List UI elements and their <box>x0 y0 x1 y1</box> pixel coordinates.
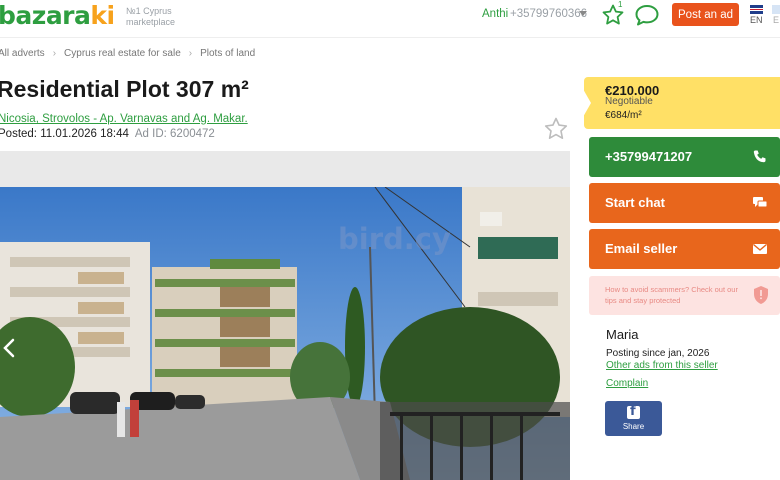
email-seller-button[interactable]: Email seller <box>589 229 780 269</box>
seller-name[interactable]: Maria <box>606 327 639 342</box>
photo-top-bar <box>0 151 570 187</box>
site-logo[interactable]: bazaraki <box>0 1 115 30</box>
shield-icon <box>754 286 768 304</box>
posted-date: Posted: 11.01.2026 18:44 <box>0 128 129 140</box>
price-per-m2: €684/m² <box>605 110 642 121</box>
ad-id: Ad ID: 6200472 <box>134 128 215 140</box>
breadcrumb-item[interactable]: Cyprus real estate for sale <box>64 48 181 59</box>
email-seller-label: Email seller <box>605 241 678 256</box>
show-phone-button[interactable]: +35799471207 <box>589 137 780 177</box>
user-phone[interactable]: +35799760366 <box>510 8 587 20</box>
seller-since: Posting since jan, 2026 <box>606 348 710 359</box>
complain-link[interactable]: Complain <box>606 378 648 389</box>
user-name[interactable]: Anthi <box>482 8 508 20</box>
site-tagline: №1 Cyprus marketplace <box>126 6 176 27</box>
site-header <box>0 0 780 38</box>
favorite-star-icon[interactable] <box>543 116 569 142</box>
chevron-right-icon: › <box>52 48 57 59</box>
post-ad-button[interactable]: Post an ad <box>672 3 739 26</box>
uk-flag-icon[interactable] <box>750 5 763 14</box>
scam-warning[interactable]: How to avoid scammers? Check out our tip… <box>589 276 780 315</box>
start-chat-button[interactable]: Start chat <box>589 183 780 223</box>
share-label: Share <box>622 422 645 431</box>
envelope-icon <box>753 243 767 254</box>
page-title: Residential Plot 307 m² <box>0 76 249 102</box>
listing-photo[interactable] <box>0 187 570 480</box>
chevron-right-icon: › <box>188 48 193 59</box>
language-selector-alt[interactable]: E <box>773 15 779 25</box>
negotiable-label: Negotiable <box>605 96 653 107</box>
facebook-icon <box>627 404 640 419</box>
messages-icon[interactable] <box>634 3 660 27</box>
photo-watermark: bird.cy <box>338 222 451 256</box>
listing-address[interactable]: Nicosia, Strovolos - Ap. Varnavas and Ag… <box>0 113 248 125</box>
greek-flag-icon[interactable] <box>772 5 780 14</box>
start-chat-label: Start chat <box>605 195 665 210</box>
other-ads-link[interactable]: Other ads from this seller <box>606 360 718 371</box>
breadcrumb: All adverts › Cyprus real estate for sal… <box>0 48 255 59</box>
breadcrumb-item[interactable]: Plots of land <box>200 48 255 59</box>
posted-info: Posted: 11.01.2026 18:44 Ad ID: 6200472 <box>0 128 215 140</box>
chevron-left-icon[interactable] <box>2 337 16 359</box>
phone-icon <box>753 150 766 163</box>
breadcrumb-item[interactable]: All adverts <box>0 48 45 59</box>
chevron-down-icon[interactable] <box>579 11 587 16</box>
favorites-count: 1 <box>618 0 623 9</box>
phone-number: +35799471207 <box>605 149 693 164</box>
scam-warning-text: How to avoid scammers? Check out our tip… <box>605 285 738 305</box>
language-selector[interactable]: EN <box>750 15 763 25</box>
facebook-share-button[interactable]: Share <box>605 401 662 436</box>
chat-icon <box>753 197 768 208</box>
